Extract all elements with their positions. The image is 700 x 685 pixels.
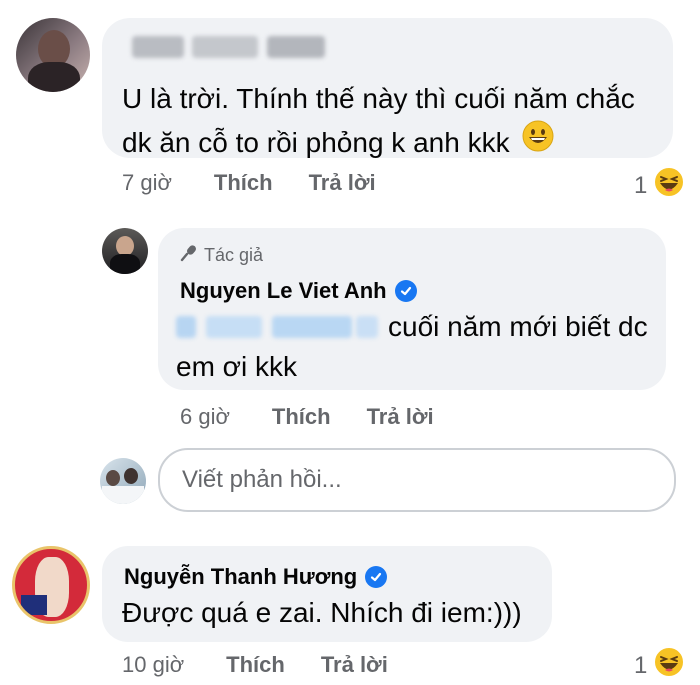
reply-bubble: Tác giả Nguyen Le Viet Anh cuối năm mới … xyxy=(158,228,666,390)
reply-actions: 6 giờ Thích Trả lời xyxy=(180,404,470,430)
reply-button[interactable]: Trả lời xyxy=(309,170,376,196)
laughing-face-icon xyxy=(653,166,686,205)
author-avatar[interactable] xyxy=(102,228,148,274)
commenter-name-text: Nguyễn Thanh Hương xyxy=(124,564,358,589)
reaction-summary[interactable]: 1 xyxy=(634,166,686,205)
reply-text-line: cuối năm mới biết dc xyxy=(388,311,648,342)
comment-actions: 7 giờ Thích Trả lời xyxy=(122,170,412,196)
microphone-icon xyxy=(180,244,198,267)
like-button[interactable]: Thích xyxy=(226,652,285,678)
blurred-commenter-name[interactable] xyxy=(132,36,325,58)
commenter-name[interactable]: Nguyen Le Viet Anh xyxy=(180,278,417,304)
reply-text-line: em ơi kkk xyxy=(176,351,298,382)
comment-text: dk ăn cỗ to rồi phỏng k anh kkk xyxy=(122,120,554,166)
verified-badge-icon xyxy=(365,566,388,588)
comment-time[interactable]: 6 giờ xyxy=(180,404,230,430)
reaction-count: 1 xyxy=(634,651,648,679)
reaction-count: 1 xyxy=(634,171,648,199)
commenter-avatar[interactable] xyxy=(12,546,90,624)
author-badge: Tác giả xyxy=(180,244,263,267)
verified-badge-icon xyxy=(394,280,417,302)
comment-text-line: dk ăn cỗ to rồi phỏng k anh kkk xyxy=(122,127,510,158)
current-user-avatar xyxy=(100,458,146,504)
comment-bubble: Nguyễn Thanh Hương Được quá e zai. Nhích… xyxy=(102,546,552,642)
commenter-avatar[interactable] xyxy=(16,18,90,92)
author-badge-label: Tác giả xyxy=(204,245,264,265)
laughing-face-icon xyxy=(653,646,686,685)
blurred-mention[interactable] xyxy=(176,316,378,338)
comment-text-line: Được quá e zai. Nhích đi iem:))) xyxy=(122,597,522,628)
comment-actions: 10 giờ Thích Trả lời xyxy=(122,652,424,678)
reply-button[interactable]: Trả lời xyxy=(367,404,434,430)
like-button[interactable]: Thích xyxy=(214,170,273,196)
comment-text: Được quá e zai. Nhích đi iem:))) xyxy=(122,590,522,636)
reply-input-placeholder: Viết phản hồi... xyxy=(182,466,342,493)
comment-bubble: U là trời. Thính thế này thì cuối năm ch… xyxy=(102,18,673,158)
reaction-summary[interactable]: 1 xyxy=(634,646,686,685)
commenter-name[interactable]: Nguyễn Thanh Hương xyxy=(124,564,388,590)
comment-text-line: U là trời. Thính thế này thì cuối năm ch… xyxy=(122,83,635,114)
reply-text: em ơi kkk xyxy=(176,344,297,390)
grinning-face-icon xyxy=(522,120,554,166)
comment-time[interactable]: 7 giờ xyxy=(122,170,172,196)
commenter-name-text: Nguyen Le Viet Anh xyxy=(180,278,387,303)
comment-text: U là trời. Thính thế này thì cuối năm ch… xyxy=(122,76,635,122)
reply-input[interactable]: Viết phản hồi... xyxy=(158,448,676,512)
comment-time[interactable]: 10 giờ xyxy=(122,652,184,678)
like-button[interactable]: Thích xyxy=(272,404,331,430)
reply-button[interactable]: Trả lời xyxy=(321,652,388,678)
